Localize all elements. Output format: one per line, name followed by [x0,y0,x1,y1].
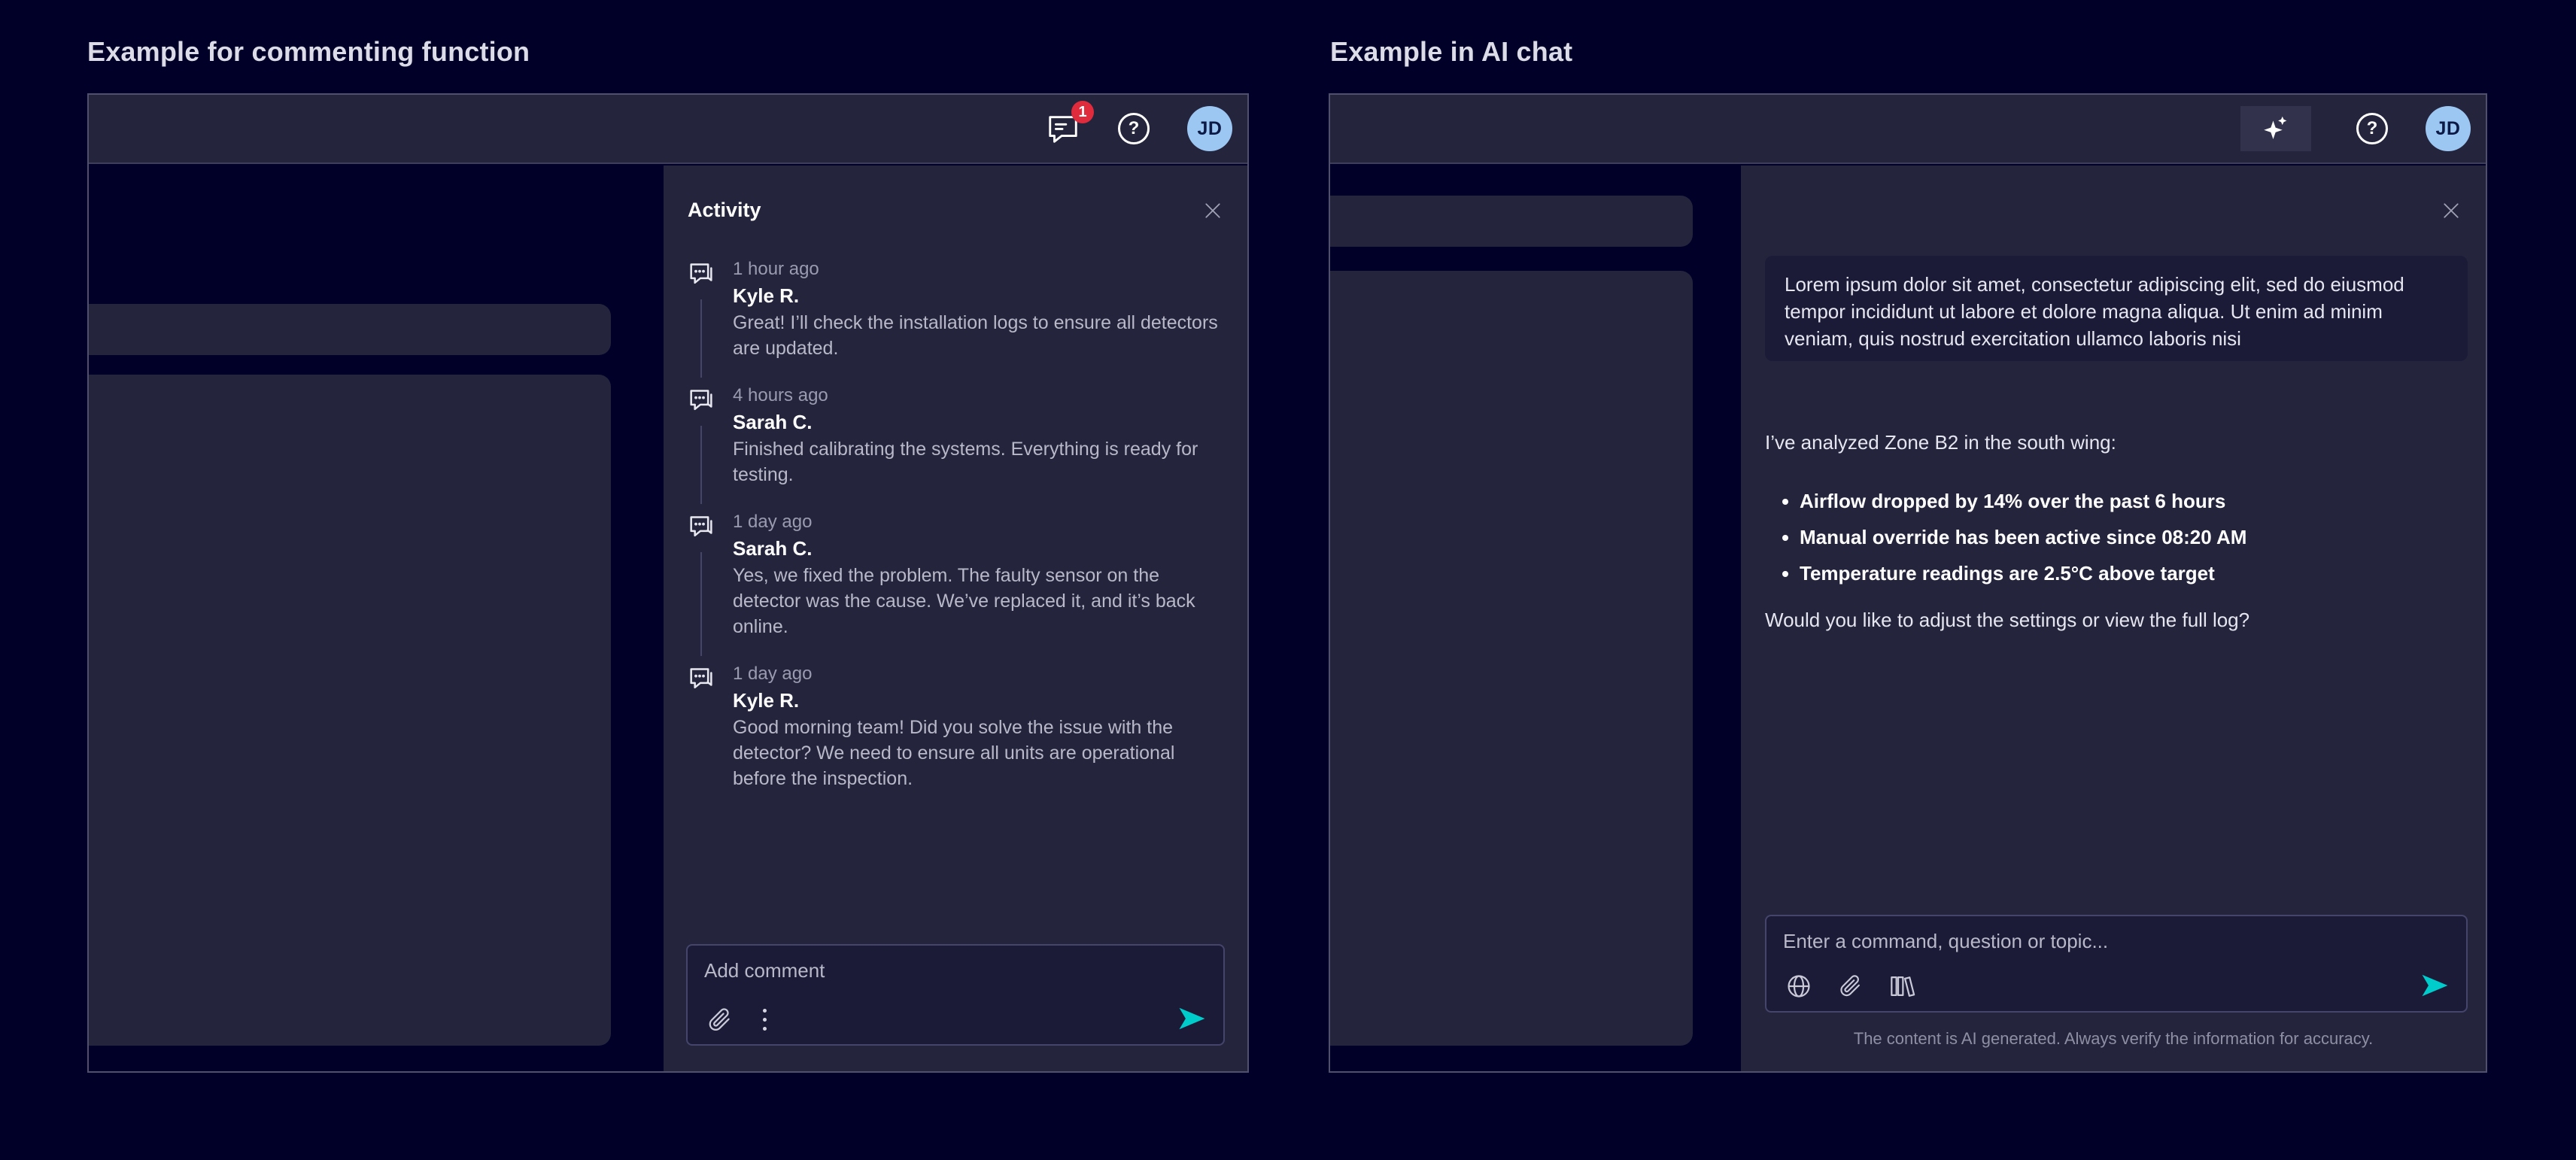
globe-icon [1785,972,1813,1001]
comment-text: Good morning team! Did you solve the iss… [733,715,1228,791]
ai-assistant-button[interactable] [2240,106,2311,151]
comment-item: 4 hours ago Sarah C. Finished calibratin… [685,384,1228,487]
comment-author: Sarah C. [733,536,1228,561]
attach-button[interactable] [706,1007,733,1034]
kebab-icon [763,1009,767,1013]
activity-panel: Activity [664,165,1247,1071]
content-placeholder-bar-right [1330,196,1693,247]
comment-item: 1 hour ago Kyle R. Great! I’ll check the… [685,257,1228,361]
activity-title: Activity [688,199,761,222]
ai-response-bullets: Airflow dropped by 14% over the past 6 h… [1765,483,2468,591]
comment-timestamp: 1 hour ago [733,257,1228,281]
comments-button[interactable]: 1 [1046,111,1080,146]
composer-tools [706,1006,770,1034]
comment-timestamp: 4 hours ago [733,384,1228,408]
comment-composer[interactable]: Add comment [686,944,1225,1046]
close-icon [2440,199,2462,222]
sparkle-icon [2260,113,2292,144]
kebab-icon-dot [763,1018,767,1022]
comment-timestamp: 1 day ago [733,510,1228,534]
comment-author: Kyle R. [733,283,1228,308]
web-search-button[interactable] [1785,972,1813,1001]
comment-text: Great! I’ll check the installation logs … [733,310,1228,361]
help-icon: ? [2356,113,2388,144]
attach-button-chat[interactable] [1837,973,1863,999]
send-icon [1175,1002,1208,1035]
ai-chat-example-panel: ? JD Lorem ipsum dolor sit amet, consect… [1329,93,2487,1073]
more-options-button[interactable] [760,1006,770,1034]
commenting-example-panel: 1 ? JD Activity [87,93,1249,1073]
ai-response-question: Would you like to adjust the settings or… [1765,606,2468,633]
activity-comment-icon [686,259,716,289]
activity-comment-icon [686,385,716,415]
ai-chat-example-title: Example in AI chat [1330,36,1572,68]
ai-response-intro: I’ve analyzed Zone B2 in the south wing: [1765,429,2468,456]
ai-response: I’ve analyzed Zone B2 in the south wing:… [1765,429,2468,633]
activity-comment-icon [686,664,716,694]
comment-item: 1 day ago Kyle R. Good morning team! Did… [685,662,1228,791]
paperclip-icon [706,1007,733,1034]
app-header-left: 1 ? JD [89,95,1247,164]
header-controls-left: 1 ? JD [1046,106,1247,151]
comment-author: Kyle R. [733,688,1228,713]
ai-disclaimer: The content is AI generated. Always veri… [1741,1029,2486,1049]
paperclip-icon [1837,973,1863,999]
user-avatar[interactable]: JD [1187,106,1232,151]
app-header-right: ? JD [1330,95,2486,164]
commenting-example-title: Example for commenting function [87,36,530,68]
stage: Example for commenting function 1 ? JD [0,0,2576,1160]
header-controls-right: ? JD [2240,106,2486,151]
ai-response-bullet: Airflow dropped by 14% over the past 6 h… [1800,483,2468,519]
help-icon: ? [1118,113,1150,144]
knowledge-library-button[interactable] [1887,972,1915,1001]
kebab-icon-dot2 [763,1027,767,1031]
send-comment-button[interactable] [1175,1002,1208,1035]
user-message-bubble: Lorem ipsum dolor sit amet, consectetur … [1765,256,2468,361]
content-placeholder-bar [89,304,611,355]
ai-chat-panel: Lorem ipsum dolor sit amet, consectetur … [1741,165,2486,1071]
activity-comment-icon [686,512,716,542]
chat-close-button[interactable] [2436,196,2466,226]
chat-input[interactable]: Enter a command, question or topic... [1783,930,2108,953]
comment-badge: 1 [1071,101,1094,123]
comment-input[interactable]: Add comment [704,959,825,982]
comments-list: 1 hour ago Kyle R. Great! I’ll check the… [685,257,1228,814]
panel-body-right: Lorem ipsum dolor sit amet, consectetur … [1330,165,2486,1071]
panel-body-left: Activity [89,165,1247,1071]
chat-composer[interactable]: Enter a command, question or topic... [1765,915,2468,1013]
comment-timestamp: 1 day ago [733,662,1228,686]
ai-response-bullet: Temperature readings are 2.5°C above tar… [1800,555,2468,591]
books-icon [1887,972,1915,1001]
comment-item: 1 day ago Sarah C. Yes, we fixed the pro… [685,510,1228,639]
send-icon [2418,969,2451,1002]
content-placeholder-block [89,375,611,1046]
user-avatar-right[interactable]: JD [2426,106,2471,151]
close-icon [1201,199,1224,222]
chat-composer-tools [1785,972,1915,1001]
ai-response-bullet: Manual override has been active since 08… [1800,519,2468,555]
help-button[interactable]: ? [1118,113,1150,144]
comment-text: Finished calibrating the systems. Everyt… [733,436,1228,487]
content-placeholder-block-right [1330,271,1693,1046]
help-button-right[interactable]: ? [2356,113,2388,144]
send-message-button[interactable] [2418,969,2451,1002]
comment-text: Yes, we fixed the problem. The faulty se… [733,563,1228,639]
activity-close-button[interactable] [1198,196,1228,226]
comment-author: Sarah C. [733,409,1228,435]
